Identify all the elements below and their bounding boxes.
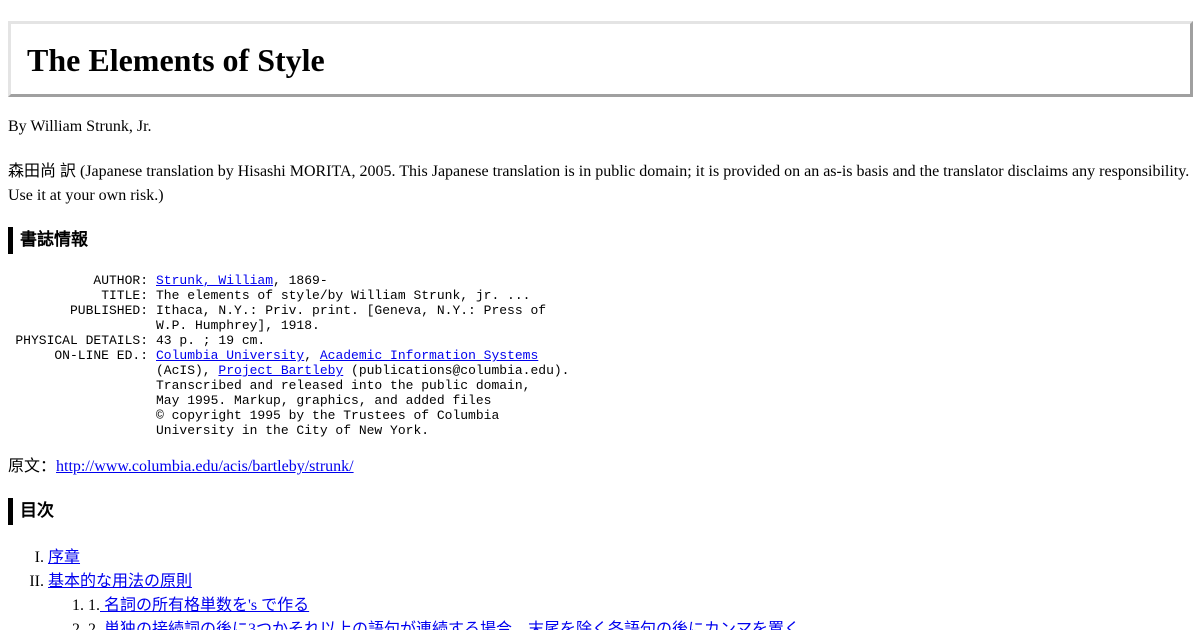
toc-item-2: II. 基本的な用法の原則 — [0, 570, 1200, 594]
author-years: , 1869- — [273, 273, 328, 288]
author-label: AUTHOR: — [93, 273, 148, 288]
bibliography-block: AUTHOR: Strunk, William, 1869- TITLE: The … — [8, 273, 570, 438]
byline: By William Strunk, Jr. — [8, 118, 152, 135]
online-row-2: (AcIS), Project Bartleby (publications@c… — [8, 363, 570, 378]
table-of-contents: I. 序章 II. 基本的な用法の原則 1. 1. 名詞の所有格単数を's で作… — [0, 546, 1200, 630]
title-row: TITLE: The elements of style/by William S… — [8, 288, 570, 303]
published-line-1: Ithaca, N.Y.: Priv. print. [Geneva, N.Y.… — [156, 303, 547, 318]
source-line: 原文：http://www.columbia.edu/acis/bartleby… — [8, 455, 1193, 479]
toc-item-number: 1. — [72, 597, 84, 614]
title-value: The elements of style/by William Strunk,… — [156, 288, 531, 303]
online-row-4: May 1995. Markup, graphics, and added fi… — [8, 393, 570, 408]
toc-item-number: II. — [29, 573, 44, 590]
toc-item-number: 2. — [72, 621, 84, 630]
online-row-3: Transcribed and released into the public… — [8, 378, 570, 393]
toc-item-prefix: 1. — [88, 597, 100, 614]
title-banner: The Elements of Style — [8, 21, 1193, 97]
title-label: TITLE: — [101, 288, 148, 303]
author-row: AUTHOR: Strunk, William, 1869- — [8, 273, 570, 288]
academic-information-systems-link[interactable]: Academic Information Systems — [320, 348, 538, 363]
bibliography-heading: 書誌情報 — [8, 227, 88, 254]
online-comma: , — [304, 348, 320, 363]
author-link[interactable]: Strunk, William — [156, 273, 273, 288]
toc-heading: 目次 — [8, 498, 54, 525]
toc-item-1: I. 序章 — [0, 546, 1200, 570]
online-line-4: May 1995. Markup, graphics, and added fi… — [156, 393, 492, 408]
toc-item-4: 2. 2. 単独の接続詞の後に3つかそれ以上の語句が連続する場合、末尾を除く各語… — [0, 618, 1200, 630]
online-line-3: Transcribed and released into the public… — [156, 378, 531, 393]
physical-row: PHYSICAL DETAILS: 43 p. ; 19 cm. — [8, 333, 570, 348]
online-line-5: © copyright 1995 by the Trustees of Colu… — [156, 408, 500, 423]
toc-link-rule-1[interactable]: 名詞の所有格単数を's で作る — [100, 597, 309, 614]
source-url-link[interactable]: http://www.columbia.edu/acis/bartleby/st… — [56, 458, 354, 475]
published-row: PUBLISHED: Ithaca, N.Y.: Priv. print. [Ge… — [8, 303, 570, 318]
toc-link-rule-2[interactable]: 単独の接続詞の後に3つかそれ以上の語句が連続する場合、末尾を除く各語句の後にカン… — [100, 621, 800, 630]
online-row-6: University in the City of New York. — [8, 423, 570, 438]
online-email: (publications@columbia.edu). — [343, 363, 570, 378]
physical-label: PHYSICAL DETAILS: — [15, 333, 148, 348]
physical-value: 43 p. ; 19 cm. — [156, 333, 266, 348]
source-label: 原文： — [8, 458, 57, 475]
online-row-5: © copyright 1995 by the Trustees of Colu… — [8, 408, 570, 423]
translation-note: 森田尚 訳 (Japanese translation by Hisashi M… — [8, 163, 1190, 204]
online-label: ON-LINE ED.: — [54, 348, 148, 363]
toc-link-elementary-rules[interactable]: 基本的な用法の原則 — [48, 570, 192, 594]
online-acis: (AcIS), — [156, 363, 219, 378]
toc-item-prefix: 2. — [88, 621, 100, 630]
published-label: PUBLISHED: — [69, 303, 148, 318]
toc-item-number: I. — [34, 549, 44, 566]
toc-item-3: 1. 1. 名詞の所有格単数を's で作る — [0, 594, 1200, 618]
columbia-university-link[interactable]: Columbia University — [156, 348, 304, 363]
published-line-2: W.P. Humphrey], 1918. — [156, 318, 320, 333]
toc-link-introduction[interactable]: 序章 — [48, 546, 80, 570]
published-row-2: W.P. Humphrey], 1918. — [8, 318, 570, 333]
online-row: ON-LINE ED.: Columbia University, Academi… — [8, 348, 570, 363]
online-line-6: University in the City of New York. — [156, 423, 430, 438]
project-bartleby-link[interactable]: Project Bartleby — [218, 363, 343, 378]
page-title: The Elements of Style — [27, 42, 325, 78]
